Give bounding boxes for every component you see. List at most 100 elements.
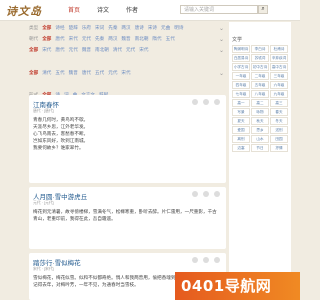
sidebar-tag[interactable]: 冬天 — [270, 117, 288, 125]
sidebar-tag[interactable]: 秋天 — [251, 117, 269, 125]
filter-option[interactable]: 隋代 — [152, 36, 161, 42]
sidebar-tag[interactable]: 山水 — [251, 135, 269, 143]
sidebar-tag[interactable]: 陶渊明诗 — [232, 45, 250, 53]
sidebar-tag[interactable]: 春天 — [270, 108, 288, 116]
sidebar-tag[interactable]: 杜甫诗 — [270, 45, 288, 53]
chevron-down-icon[interactable]: ⌄ — [219, 47, 224, 54]
sidebar-tag[interactable]: 送别 — [270, 126, 288, 134]
copy-icon[interactable] — [192, 99, 198, 105]
share-icon[interactable] — [203, 191, 209, 197]
sidebar-tag[interactable]: 写景 — [232, 108, 250, 116]
filter-option[interactable]: 元代 — [126, 47, 135, 53]
filter-option[interactable]: 魏晋 — [69, 70, 78, 76]
star-icon[interactable] — [214, 191, 220, 197]
filter-option[interactable]: 五代 — [95, 70, 104, 76]
nav-poems[interactable]: 诗文 — [97, 5, 109, 14]
poem-title[interactable]: 人月圆·雪中游虎丘 — [33, 191, 87, 201]
search-input[interactable]: 请输入关键词 — [180, 5, 258, 14]
filter-option[interactable]: 清代 — [113, 47, 122, 53]
sidebar-tag[interactable]: 田园 — [270, 135, 288, 143]
sidebar-tag[interactable]: 八年级 — [251, 90, 269, 98]
filter-option[interactable]: 全部 — [42, 36, 51, 42]
filter-option[interactable]: 元曲 — [161, 25, 170, 31]
poem-title[interactable]: 江南春怀 — [33, 99, 59, 109]
filter-option[interactable]: 诗经 — [55, 25, 64, 31]
sidebar-tag[interactable]: 辛弃疾词 — [270, 54, 288, 62]
filter-option[interactable]: 南北朝 — [135, 36, 149, 42]
sidebar-tag[interactable]: 夏天 — [232, 117, 250, 125]
filter-option[interactable]: 先秦 — [108, 25, 117, 31]
sidebar-tag[interactable]: 一年级 — [232, 72, 250, 80]
filter-option[interactable]: 楚辞 — [69, 25, 78, 31]
card-actions — [192, 257, 220, 263]
filter-option[interactable]: 魏晋 — [121, 36, 130, 42]
star-icon[interactable] — [214, 257, 220, 263]
sidebar-tag[interactable]: 高一 — [232, 99, 250, 107]
poem-meta: 元代 · [元代] — [33, 201, 54, 205]
filter-option[interactable]: 元代 — [108, 70, 117, 76]
sidebar-tag[interactable]: 高三 — [270, 99, 288, 107]
filter-option[interactable]: 唐代 — [55, 47, 64, 53]
sidebar-tag[interactable]: 三年级 — [270, 72, 288, 80]
sidebar-tag[interactable]: 七年级 — [232, 90, 250, 98]
filter-option[interactable]: 宋代 — [69, 36, 78, 42]
filter-option[interactable]: 南北朝 — [95, 47, 109, 53]
poem-title[interactable]: 踏莎行·雪似梅花 — [33, 257, 81, 267]
filter-option[interactable]: 明诗 — [174, 25, 183, 31]
share-icon[interactable] — [203, 257, 209, 263]
filter-option[interactable]: 五代 — [166, 36, 175, 42]
chevron-down-icon[interactable]: ⌄ — [219, 36, 224, 43]
filter-option[interactable]: 唐诗 — [135, 25, 144, 31]
copy-icon[interactable] — [192, 257, 198, 263]
sidebar-tag[interactable]: 初中古诗 — [251, 63, 269, 71]
sidebar-tag[interactable]: 抒情 — [270, 144, 288, 152]
sidebar-tag[interactable]: 李白诗 — [251, 45, 269, 53]
filter-option[interactable]: 唐代 — [82, 70, 91, 76]
site-logo[interactable]: 诗文岛 — [6, 3, 42, 19]
filter-option[interactable]: 全部 — [29, 47, 38, 53]
sidebar-tag[interactable]: 高中古诗 — [270, 63, 288, 71]
sidebar-tag[interactable]: 思乡 — [251, 126, 269, 134]
filter-option[interactable]: 宋词 — [95, 25, 104, 31]
sidebar-tag[interactable]: 二年级 — [251, 72, 269, 80]
sidebar-tag[interactable]: 离别 — [232, 135, 250, 143]
share-icon[interactable] — [203, 99, 209, 105]
sidebar-tag[interactable]: 苏轼词 — [251, 54, 269, 62]
filter-option[interactable]: 元代 — [69, 47, 78, 53]
star-icon[interactable] — [214, 99, 220, 105]
sidebar-tag[interactable]: 九年级 — [270, 90, 288, 98]
sidebar-tag[interactable]: 六年级 — [270, 81, 288, 89]
sidebar-tag[interactable]: 咏物 — [251, 108, 269, 116]
chevron-down-icon[interactable]: ⌄ — [219, 70, 224, 77]
sidebar-tag[interactable]: 节日 — [251, 144, 269, 152]
sidebar-tag[interactable]: 白居易诗 — [232, 54, 250, 62]
nav-home[interactable]: 首页 — [68, 5, 80, 14]
filter-option[interactable]: 乐府 — [82, 25, 91, 31]
copy-icon[interactable] — [192, 191, 198, 197]
filter-option[interactable]: 两汉 — [121, 25, 130, 31]
filter-option[interactable]: 两汉 — [108, 36, 117, 42]
filter-option[interactable]: 先秦 — [95, 36, 104, 42]
filter-option[interactable]: 宋代 — [139, 47, 148, 53]
sidebar-tag[interactable]: 小学古诗 — [232, 63, 250, 71]
filter-option[interactable]: 全部 — [42, 25, 51, 31]
filter-option[interactable]: 宋代 — [121, 70, 130, 76]
sidebar-tag[interactable]: 边塞 — [232, 144, 250, 152]
card-actions — [192, 99, 220, 105]
sidebar-tag[interactable]: 爱国 — [232, 126, 250, 134]
search-icon[interactable]: ⌕ — [258, 5, 268, 14]
chevron-down-icon[interactable]: ⌄ — [219, 25, 224, 32]
filter-option[interactable]: 全部 — [29, 70, 38, 76]
filter-option[interactable]: 清代 — [42, 70, 51, 76]
filter-option[interactable]: 魏晋 — [82, 47, 91, 53]
sidebar-tag[interactable]: 高二 — [251, 99, 269, 107]
filter-option[interactable]: 宋诗 — [148, 25, 157, 31]
nav-authors[interactable]: 作者 — [126, 5, 138, 14]
poem-card: 江南春怀 唐代 · [唐代] 青春几何时，黄鸟鸣不歇。 天涯尽乡思，江外老华发。… — [29, 95, 226, 183]
filter-option[interactable]: 元代 — [82, 36, 91, 42]
filter-option[interactable]: 宋代 — [42, 47, 51, 53]
sidebar-tag[interactable]: 五年级 — [251, 81, 269, 89]
filter-option[interactable]: 五代 — [55, 70, 64, 76]
filter-option[interactable]: 唐代 — [55, 36, 64, 42]
sidebar-tag[interactable]: 四年级 — [232, 81, 250, 89]
